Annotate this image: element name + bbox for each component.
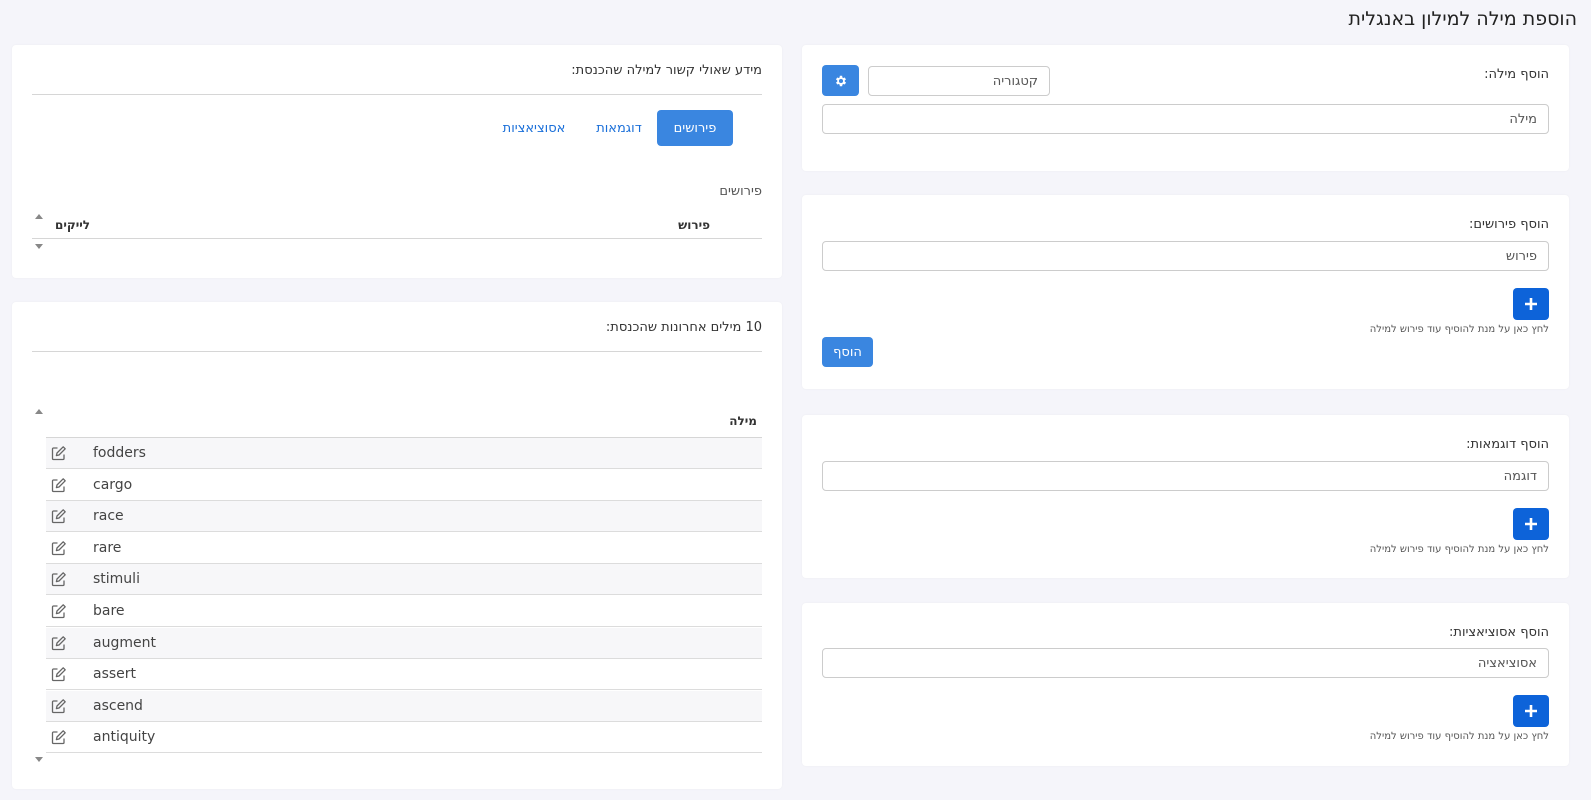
tab-definitions[interactable]: פירושים bbox=[657, 110, 733, 146]
word-text: race bbox=[93, 508, 124, 525]
table-row[interactable]: ascend bbox=[46, 690, 762, 722]
column-header-likes[interactable]: לייקים bbox=[55, 218, 90, 232]
add-definition-plus-button[interactable] bbox=[1513, 288, 1549, 320]
plus-icon bbox=[1525, 298, 1537, 310]
column-header-definition[interactable]: פירוש bbox=[678, 218, 710, 232]
edit-icon[interactable] bbox=[51, 571, 67, 587]
add-word-label: הוסף מילה: bbox=[1484, 67, 1549, 82]
edit-icon[interactable] bbox=[51, 508, 67, 524]
edit-icon[interactable] bbox=[51, 445, 67, 461]
table-row[interactable]: assert bbox=[46, 659, 762, 691]
definition-input[interactable] bbox=[822, 241, 1549, 271]
table-row[interactable]: antiquity bbox=[46, 722, 762, 754]
sort-down-icon[interactable] bbox=[35, 244, 43, 249]
edit-icon[interactable] bbox=[51, 603, 67, 619]
add-definition-hint: לחץ כאן על מנת להוסיף עוד פירוש למילה bbox=[1369, 324, 1549, 335]
table-header-divider bbox=[32, 238, 762, 239]
scroll-down-icon[interactable] bbox=[35, 757, 43, 762]
edit-icon[interactable] bbox=[51, 540, 67, 556]
word-text: bare bbox=[93, 603, 125, 619]
divider bbox=[32, 94, 762, 95]
related-info-card: מידע שאולי קשור למילה שהכנסת: פירושים דו… bbox=[12, 45, 782, 278]
example-input[interactable] bbox=[822, 461, 1549, 491]
add-association-hint: לחץ כאן על מנת להוסיף עוד פירוש למילה bbox=[1369, 731, 1549, 742]
edit-icon[interactable] bbox=[51, 729, 67, 745]
add-definitions-card: הוסף פירושים: לחץ כאן על מנת להוסיף עוד … bbox=[802, 195, 1569, 389]
add-associations-label: הוסף אסוציאציות: bbox=[1449, 625, 1549, 640]
word-input[interactable] bbox=[822, 104, 1549, 134]
add-examples-card: הוסף דוגמאות: לחץ כאן על מנת להוסיף עוד … bbox=[802, 415, 1569, 578]
scroll-up-icon[interactable] bbox=[35, 409, 43, 414]
tab-associations[interactable]: אסוציאציות bbox=[488, 110, 580, 146]
add-associations-card: הוסף אסוציאציות: לחץ כאן על מנת להוסיף ע… bbox=[802, 603, 1569, 766]
divider bbox=[32, 351, 762, 352]
table-row[interactable]: fodders bbox=[46, 438, 762, 469]
edit-icon[interactable] bbox=[51, 698, 67, 714]
word-text: stimuli bbox=[93, 571, 140, 588]
page-title: הוספת מילה למילון באנגלית bbox=[1348, 8, 1577, 30]
sort-up-icon[interactable] bbox=[35, 214, 43, 219]
tab-examples[interactable]: דוגמאות bbox=[585, 110, 653, 146]
table-row[interactable]: augment bbox=[46, 627, 762, 659]
add-association-plus-button[interactable] bbox=[1513, 695, 1549, 727]
edit-icon[interactable] bbox=[51, 666, 67, 682]
table-row[interactable]: rare bbox=[46, 533, 762, 564]
recent-words-card: 10 מילים אחרונות שהכנסת: מילה fodders car… bbox=[12, 302, 782, 789]
add-example-hint: לחץ כאן על מנת להוסיף עוד פירוש למילה bbox=[1369, 544, 1549, 555]
gear-icon bbox=[835, 75, 846, 86]
plus-icon bbox=[1525, 705, 1537, 717]
word-text: assert bbox=[93, 666, 137, 683]
add-examples-label: הוסף דוגמאות: bbox=[1466, 437, 1549, 452]
add-example-plus-button[interactable] bbox=[1513, 508, 1549, 540]
settings-button[interactable] bbox=[822, 65, 859, 96]
edit-icon[interactable] bbox=[51, 477, 67, 493]
word-text: fodders bbox=[93, 445, 146, 461]
related-info-title: מידע שאולי קשור למילה שהכנסת: bbox=[571, 63, 762, 78]
definitions-section-label: פירושים bbox=[719, 184, 762, 199]
edit-icon[interactable] bbox=[51, 635, 67, 651]
recent-words-title: 10 מילים אחרונות שהכנסת: bbox=[605, 320, 762, 335]
word-text: cargo bbox=[93, 476, 133, 493]
table-row[interactable]: bare bbox=[46, 596, 762, 627]
plus-icon bbox=[1525, 518, 1537, 530]
association-input[interactable] bbox=[822, 648, 1549, 678]
word-text: ascend bbox=[93, 697, 143, 714]
table-row[interactable]: race bbox=[46, 501, 762, 533]
word-text: augment bbox=[93, 634, 156, 651]
add-word-card: הוסף מילה: bbox=[802, 45, 1569, 171]
word-text: rare bbox=[93, 539, 122, 556]
word-text: antiquity bbox=[93, 729, 156, 746]
add-button[interactable]: הוסף bbox=[822, 337, 873, 367]
add-definitions-label: הוסף פירושים: bbox=[1469, 217, 1549, 232]
table-row[interactable]: stimuli bbox=[46, 564, 762, 596]
table-row[interactable]: cargo bbox=[46, 470, 762, 501]
category-input[interactable] bbox=[868, 66, 1050, 96]
column-header-word[interactable]: מילה bbox=[729, 414, 757, 428]
